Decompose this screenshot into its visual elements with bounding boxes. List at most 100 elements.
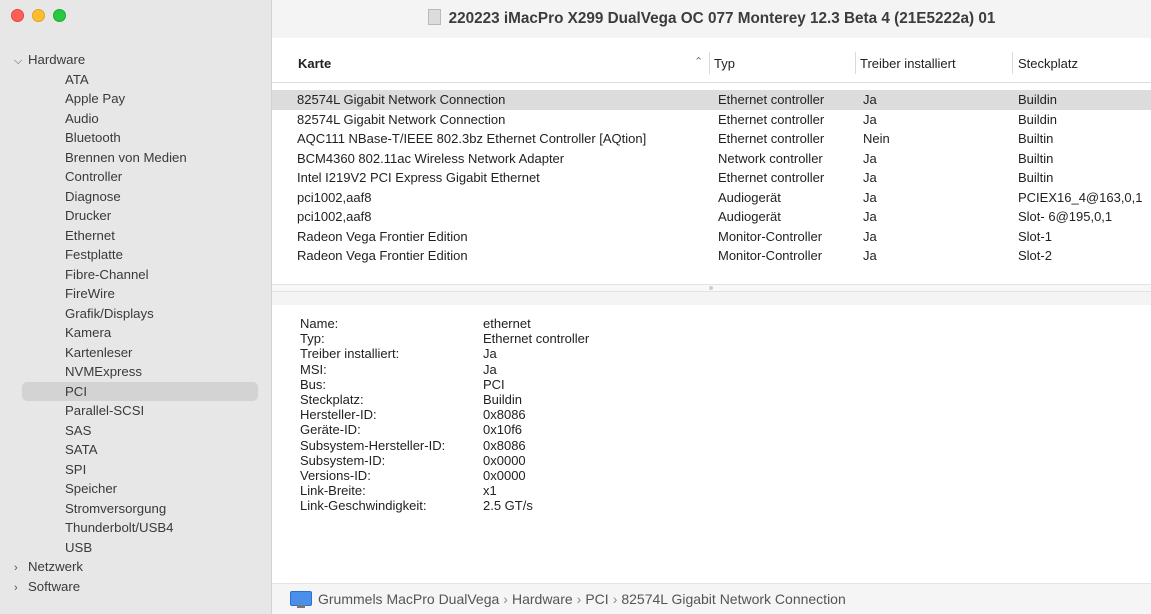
table-cell: 82574L Gigabit Network Connection: [297, 92, 506, 107]
sidebar-item-controller[interactable]: Controller: [0, 167, 271, 187]
table-cell: Radeon Vega Frontier Edition: [297, 248, 468, 263]
table-cell: Intel I219V2 PCI Express Gigabit Etherne…: [297, 170, 540, 185]
sidebar-item-brennen-von-medien[interactable]: Brennen von Medien: [0, 148, 271, 168]
sidebar-group-hardware[interactable]: ⌵ Hardware: [0, 50, 271, 70]
table-cell: PCIEX16_4@163,0,1: [1018, 189, 1143, 205]
sidebar-item-spi[interactable]: SPI: [0, 460, 271, 480]
sidebar-item-kamera[interactable]: Kamera: [0, 323, 271, 343]
table-cell: pci1002,aaf8: [297, 209, 372, 224]
table-header: Karte ⌃ Typ Treiber installiert Steckpla…: [272, 38, 1151, 83]
window-title-text: 220223 iMacPro X299 DualVega OC 077 Mont…: [448, 10, 996, 27]
breadcrumb-item[interactable]: Grummels MacPro DualVega: [318, 591, 499, 607]
sidebar-group-software[interactable]: › Software: [0, 577, 271, 597]
sidebar-item-usb[interactable]: USB: [0, 538, 271, 558]
table-cell: Ja: [863, 209, 877, 224]
table-row[interactable]: 82574L Gigabit Network Connection Etherne…: [272, 110, 1151, 130]
detail-value: 0x10f6: [483, 422, 523, 438]
sidebar-group-label: Hardware: [28, 52, 86, 67]
sidebar-item-sata[interactable]: SATA: [0, 440, 271, 460]
sidebar-item-apple-pay[interactable]: Apple Pay: [0, 89, 271, 109]
sidebar-item-grafik-displays[interactable]: Grafik/Displays: [0, 304, 271, 324]
sidebar-group-label: Software: [28, 578, 81, 594]
sidebar-item-parallel-scsi[interactable]: Parallel-SCSI: [0, 401, 271, 421]
breadcrumb-separator-icon: ›: [576, 591, 582, 607]
minimize-button[interactable]: [32, 9, 45, 22]
table-cell: Ethernet controller: [718, 170, 825, 185]
sidebar-item-diagnose[interactable]: Diagnose: [0, 187, 271, 207]
table-cell: Ja: [863, 189, 877, 205]
detail-label: Bus:: [300, 376, 327, 392]
divider-handle[interactable]: [709, 286, 713, 290]
detail-value: 0x0000: [483, 452, 526, 468]
table-cell: pci1002,aaf8: [297, 189, 372, 205]
table-cell: Ja: [863, 92, 877, 107]
zoom-button[interactable]: [53, 9, 66, 22]
table-row[interactable]: pci1002,aaf8 Audiogerät Ja Slot- 6@195,0,1: [272, 207, 1151, 227]
detail-value: 2.5 GT/s: [483, 498, 533, 514]
table-cell: Audiogerät: [718, 189, 781, 205]
sidebar-item-fibre-channel[interactable]: Fibre-Channel: [0, 265, 271, 285]
table-cell: Builtin: [1018, 131, 1054, 146]
detail-label: Subsystem-Hersteller-ID:: [300, 437, 446, 453]
table-cell: Slot- 6@195,0,1: [1018, 209, 1113, 224]
chevron-right-icon[interactable]: ›: [14, 579, 28, 599]
chevron-right-icon[interactable]: ›: [14, 559, 28, 579]
detail-label: Subsystem-ID:: [300, 452, 386, 468]
sidebar-item-ethernet[interactable]: Ethernet: [0, 226, 271, 246]
column-header-typ[interactable]: Typ: [714, 56, 735, 71]
column-divider[interactable]: [1012, 52, 1013, 74]
sidebar-item-stromversorgung[interactable]: Stromversorgung: [0, 499, 271, 519]
detail-label: Geräte-ID:: [300, 422, 361, 438]
sort-ascending-icon[interactable]: ⌃: [694, 55, 703, 68]
breadcrumb-separator-icon: ›: [503, 591, 508, 607]
table-body: 82574L Gigabit Network Connection Etherne…: [272, 90, 1151, 305]
table-cell: Builtin: [1018, 150, 1054, 166]
column-header-karte[interactable]: Karte: [298, 56, 331, 71]
detail-label: Typ:: [300, 331, 325, 347]
column-divider[interactable]: [855, 52, 856, 74]
table-row[interactable]: BCM4360 802.11ac Wireless Network Adapte…: [272, 149, 1151, 169]
table-row[interactable]: AQC111 NBase-T/IEEE 802.3bz Ethernet Con…: [272, 129, 1151, 149]
breadcrumb-item[interactable]: 82574L Gigabit Network Connection: [621, 591, 845, 607]
table-cell: Ja: [863, 170, 877, 185]
sidebar-item-thunderbolt-usb4[interactable]: Thunderbolt/USB4: [0, 518, 271, 538]
detail-label: Name:: [300, 316, 339, 331]
chevron-down-icon[interactable]: ⌵: [14, 52, 28, 72]
split-view-divider[interactable]: [272, 284, 1151, 292]
breadcrumb-item[interactable]: PCI: [585, 591, 608, 607]
table-cell: BCM4360 802.11ac Wireless Network Adapte…: [297, 150, 565, 166]
breadcrumb: Grummels MacPro DualVega › Hardware › PCI › 82…: [318, 591, 846, 607]
table-row[interactable]: Radeon Vega Frontier Edition Monitor-Cont…: [272, 246, 1151, 266]
table-row[interactable]: Intel I219V2 PCI Express Gigabit Etherne…: [272, 168, 1151, 188]
table-cell: Builtin: [1018, 170, 1054, 185]
detail-value: x1: [483, 483, 497, 499]
table-cell: 82574L Gigabit Network Connection: [297, 111, 506, 127]
table-row[interactable]: pci1002,aaf8 Audiogerät Ja PCIEX16_4@163,0,…: [272, 188, 1151, 208]
close-button[interactable]: [11, 9, 24, 22]
column-header-steckplatz[interactable]: Steckplatz: [1018, 56, 1078, 71]
sidebar-item-speicher[interactable]: Speicher: [0, 479, 271, 499]
table-row[interactable]: Radeon Vega Frontier Edition Monitor-Cont…: [272, 227, 1151, 247]
column-divider[interactable]: [709, 52, 710, 74]
sidebar-item-ata[interactable]: ATA: [0, 70, 271, 90]
table-cell: AQC111 NBase-T/IEEE 802.3bz Ethernet Con…: [297, 131, 647, 146]
detail-value: Ja: [483, 346, 497, 362]
column-header-treiber[interactable]: Treiber installiert: [860, 56, 956, 71]
breadcrumb-item[interactable]: Hardware: [512, 591, 573, 607]
sidebar-group-netzwerk[interactable]: › Netzwerk: [0, 557, 271, 577]
sidebar-item-kartenleser[interactable]: Kartenleser: [0, 343, 271, 363]
sidebar-item-bluetooth[interactable]: Bluetooth: [0, 128, 271, 148]
table-row[interactable]: 82574L Gigabit Network Connection Etherne…: [272, 90, 1151, 110]
sidebar-item-pci[interactable]: PCI: [22, 381, 258, 401]
table-cell: Radeon Vega Frontier Edition: [297, 228, 468, 244]
sidebar-item-festplatte[interactable]: Festplatte: [0, 245, 271, 265]
detail-value: Buildin: [483, 391, 523, 407]
window-title: 220223 iMacPro X299 DualVega OC 077 Mont…: [272, 9, 1151, 28]
sidebar-item-drucker[interactable]: Drucker: [0, 206, 271, 226]
sidebar-item-audio[interactable]: Audio: [0, 109, 271, 129]
sidebar-item-sas[interactable]: SAS: [0, 421, 271, 441]
detail-value: 0x8086: [483, 437, 526, 453]
sidebar-item-nvmexpress[interactable]: NVMExpress: [0, 362, 271, 382]
sidebar-item-firewire[interactable]: FireWire: [0, 284, 271, 304]
table-cell: Monitor-Controller: [718, 228, 823, 244]
